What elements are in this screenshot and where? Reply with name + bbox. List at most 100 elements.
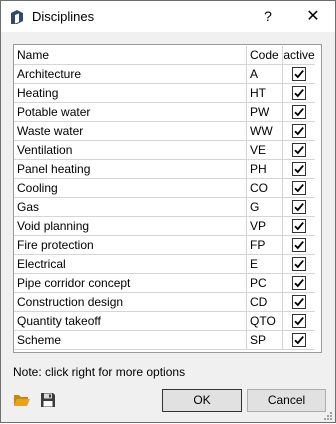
discipline-code-cell[interactable]: E <box>246 254 283 274</box>
table-row[interactable]: Construction design CD <box>14 292 315 312</box>
discipline-name-cell[interactable]: Ventilation <box>14 140 247 160</box>
title-bar: Disciplines ? ✕ <box>1 1 335 32</box>
checkmark-icon <box>294 221 304 231</box>
discipline-name-cell[interactable]: Waste water <box>14 121 247 141</box>
discipline-code-cell[interactable]: VE <box>246 140 283 160</box>
cancel-button[interactable]: Cancel <box>247 389 326 412</box>
discipline-code-cell[interactable]: FP <box>246 235 283 255</box>
table-row[interactable]: Quantity takeoff QTO <box>14 311 315 331</box>
table-row[interactable]: Cooling CO <box>14 178 315 198</box>
discipline-active-cell <box>282 83 315 103</box>
discipline-code-cell[interactable]: PW <box>246 102 283 122</box>
discipline-name-cell[interactable]: Electrical <box>14 254 247 274</box>
app-logo-icon <box>10 9 24 25</box>
discipline-name-cell[interactable]: Gas <box>14 197 247 217</box>
discipline-active-cell <box>282 330 315 350</box>
note-text: Note: click right for more options <box>13 365 186 379</box>
table-row[interactable]: Potable water PW <box>14 102 315 122</box>
discipline-name-cell[interactable]: Construction design <box>14 292 247 312</box>
discipline-code-cell[interactable]: VP <box>246 216 283 236</box>
dialog-title: Disciplines <box>32 9 95 24</box>
active-checkbox[interactable] <box>292 275 306 290</box>
checkmark-icon <box>294 259 304 269</box>
disciplines-grid[interactable]: Name Code active Architecture A Heating HT P… <box>13 44 322 353</box>
discipline-code-cell[interactable]: A <box>246 64 283 84</box>
active-checkbox[interactable] <box>292 142 306 157</box>
discipline-active-cell <box>282 254 315 274</box>
discipline-code-cell[interactable]: PC <box>246 273 283 293</box>
checkmark-icon <box>294 145 304 155</box>
active-checkbox[interactable] <box>292 104 306 119</box>
ok-button[interactable]: OK <box>162 389 242 412</box>
active-checkbox[interactable] <box>292 313 306 328</box>
discipline-code-cell[interactable]: SP <box>246 330 283 350</box>
table-row[interactable]: Fire protection FP <box>14 235 315 255</box>
discipline-name-cell[interactable]: Quantity takeoff <box>14 311 247 331</box>
discipline-active-cell <box>282 102 315 122</box>
active-checkbox[interactable] <box>292 199 306 214</box>
checkmark-icon <box>294 88 304 98</box>
table-row[interactable]: Gas G <box>14 197 315 217</box>
discipline-name-cell[interactable]: Architecture <box>14 64 247 84</box>
discipline-code-cell[interactable]: WW <box>246 121 283 141</box>
active-checkbox[interactable] <box>292 218 306 233</box>
table-header-row: Name Code active <box>14 46 315 65</box>
help-button[interactable]: ? <box>249 1 287 32</box>
checkmark-icon <box>294 69 304 79</box>
discipline-name-cell[interactable]: Cooling <box>14 178 247 198</box>
active-checkbox[interactable] <box>292 237 306 252</box>
discipline-active-cell <box>282 235 315 255</box>
active-checkbox[interactable] <box>292 161 306 176</box>
table-row[interactable]: Pipe corridor concept PC <box>14 273 315 293</box>
discipline-name-cell[interactable]: Panel heating <box>14 159 247 179</box>
resize-grip-icon[interactable] <box>323 410 333 420</box>
folder-open-icon[interactable] <box>13 392 31 408</box>
table-row[interactable]: Architecture A <box>14 64 315 84</box>
discipline-code-cell[interactable]: PH <box>246 159 283 179</box>
active-checkbox[interactable] <box>292 85 306 100</box>
close-button[interactable]: ✕ <box>291 1 335 32</box>
discipline-code-cell[interactable]: CO <box>246 178 283 198</box>
checkmark-icon <box>294 202 304 212</box>
discipline-name-cell[interactable]: Potable water <box>14 102 247 122</box>
discipline-active-cell <box>282 178 315 198</box>
discipline-code-cell[interactable]: HT <box>246 83 283 103</box>
active-checkbox[interactable] <box>292 294 306 309</box>
checkmark-icon <box>294 297 304 307</box>
table-row[interactable]: Electrical E <box>14 254 315 274</box>
discipline-name-cell[interactable]: Heating <box>14 83 247 103</box>
table-row[interactable]: Ventilation VE <box>14 140 315 160</box>
checkmark-icon <box>294 183 304 193</box>
table-row[interactable]: Panel heating PH <box>14 159 315 179</box>
table-row[interactable]: Scheme SP <box>14 330 315 350</box>
table-row[interactable]: Waste water WW <box>14 121 315 141</box>
discipline-code-cell[interactable]: CD <box>246 292 283 312</box>
active-checkbox[interactable] <box>292 66 306 81</box>
table-row[interactable]: Void planning VP <box>14 216 315 236</box>
column-header-name[interactable]: Name <box>14 46 247 65</box>
checkmark-icon <box>294 126 304 136</box>
discipline-active-cell <box>282 159 315 179</box>
disciplines-table: Name Code active Architecture A Heating HT P… <box>14 46 315 350</box>
discipline-code-cell[interactable]: QTO <box>246 311 283 331</box>
active-checkbox[interactable] <box>292 332 306 347</box>
active-checkbox[interactable] <box>292 180 306 195</box>
table-row[interactable]: Heating HT <box>14 83 315 103</box>
floppy-disk-icon[interactable] <box>40 392 56 408</box>
column-header-code[interactable]: Code <box>246 46 283 65</box>
discipline-code-cell[interactable]: G <box>246 197 283 217</box>
discipline-name-cell[interactable]: Scheme <box>14 330 247 350</box>
column-header-active[interactable]: active <box>282 46 315 65</box>
discipline-name-cell[interactable]: Pipe corridor concept <box>14 273 247 293</box>
discipline-name-cell[interactable]: Fire protection <box>14 235 247 255</box>
checkmark-icon <box>294 316 304 326</box>
discipline-name-cell[interactable]: Void planning <box>14 216 247 236</box>
active-checkbox[interactable] <box>292 256 306 271</box>
discipline-active-cell <box>282 140 315 160</box>
checkmark-icon <box>294 335 304 345</box>
discipline-active-cell <box>282 292 315 312</box>
disciplines-dialog: Disciplines ? ✕ Name Code active Archite… <box>0 0 336 423</box>
checkmark-icon <box>294 164 304 174</box>
active-checkbox[interactable] <box>292 123 306 138</box>
discipline-active-cell <box>282 64 315 84</box>
